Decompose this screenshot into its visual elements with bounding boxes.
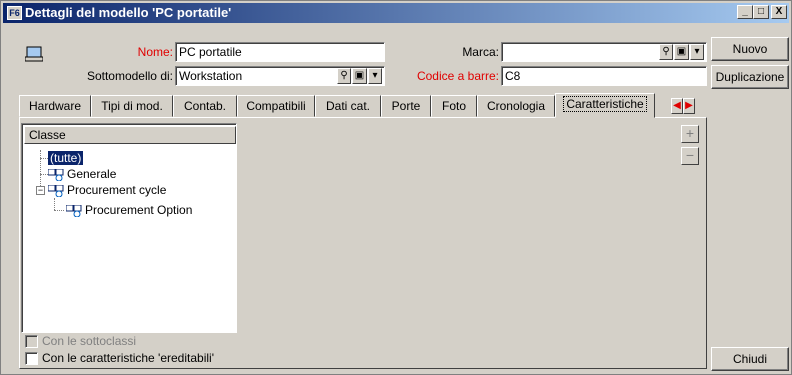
tab-dati-cat[interactable]: Dati cat. xyxy=(315,95,381,117)
duplicazione-button[interactable]: Duplicazione xyxy=(711,65,789,89)
codice-field[interactable]: C8 xyxy=(501,66,707,86)
sottomodello-detail-icon[interactable]: ▣ xyxy=(352,68,367,84)
tree-connector xyxy=(54,198,55,210)
sottomodello-search-icon[interactable]: ⚲ xyxy=(337,68,351,84)
tree-header[interactable]: Classe xyxy=(24,126,236,144)
tab-tipi-di-mod[interactable]: Tipi di mod. xyxy=(91,95,173,117)
checkbox-box xyxy=(25,352,38,366)
tab-compatibili[interactable]: Compatibili xyxy=(237,95,315,117)
marca-label: Marca: xyxy=(462,45,499,59)
tab-caratteristiche[interactable]: Caratteristiche xyxy=(555,93,655,118)
add-button[interactable]: + xyxy=(681,125,699,143)
tab-contab[interactable]: Contab. xyxy=(173,95,237,117)
tree-node-tutte[interactable]: (tutte) xyxy=(48,150,84,166)
app-icon: F6 xyxy=(7,6,22,20)
nome-label: Nome: xyxy=(137,45,173,59)
tab-hardware[interactable]: Hardware xyxy=(19,95,91,117)
title-bar[interactable]: F6 Dettagli del modello 'PC portatile' xyxy=(3,3,789,23)
checkbox-box xyxy=(25,335,38,349)
sottoclassi-checkbox[interactable]: Con le sottoclassi xyxy=(25,333,136,349)
marca-search-icon[interactable]: ⚲ xyxy=(659,44,673,60)
tree-node-procurement-cycle[interactable]: Procurement cycle xyxy=(47,182,166,198)
chiudi-button[interactable]: Chiudi xyxy=(711,347,789,371)
minimize-button[interactable]: _ xyxy=(737,5,753,19)
class-icon xyxy=(65,204,82,218)
collapse-icon[interactable]: − xyxy=(36,186,45,195)
codice-label: Codice a barre: xyxy=(416,69,499,83)
marca-detail-icon[interactable]: ▣ xyxy=(674,44,689,60)
nome-field[interactable]: PC portatile xyxy=(175,42,385,62)
sottomodello-label: Sottomodello di: xyxy=(86,69,173,83)
laptop-icon xyxy=(24,45,44,63)
window-title: Dettagli del modello 'PC portatile' xyxy=(25,5,232,20)
close-button[interactable]: X xyxy=(771,5,787,19)
remove-button[interactable]: − xyxy=(681,147,699,165)
sottomodello-dropdown-icon[interactable]: ▾ xyxy=(368,68,382,84)
class-tree[interactable]: Classe − (tutte) Generale Procurement cy… xyxy=(21,123,237,333)
tree-connector xyxy=(54,210,64,211)
tree-connector xyxy=(40,158,48,159)
tab-scroll-left-icon[interactable]: ◀ xyxy=(671,98,683,114)
marca-dropdown-icon[interactable]: ▾ xyxy=(690,44,704,60)
tab-foto[interactable]: Foto xyxy=(431,95,477,117)
ereditabili-checkbox[interactable]: Con le caratteristiche 'ereditabili' xyxy=(25,350,214,366)
maximize-button[interactable]: □ xyxy=(753,5,769,19)
tab-porte[interactable]: Porte xyxy=(381,95,431,117)
tab-cronologia[interactable]: Cronologia xyxy=(477,95,555,117)
class-icon xyxy=(47,168,64,182)
tree-node-procurement-option[interactable]: Procurement Option xyxy=(65,202,192,218)
tree-node-generale[interactable]: Generale xyxy=(47,166,116,182)
tree-connector xyxy=(40,174,48,175)
nuovo-button[interactable]: Nuovo xyxy=(711,37,789,61)
tab-scroll-right-icon[interactable]: ▶ xyxy=(683,98,695,114)
class-icon xyxy=(47,184,64,198)
dialog-window: F6 Dettagli del modello 'PC portatile' _… xyxy=(0,0,792,375)
